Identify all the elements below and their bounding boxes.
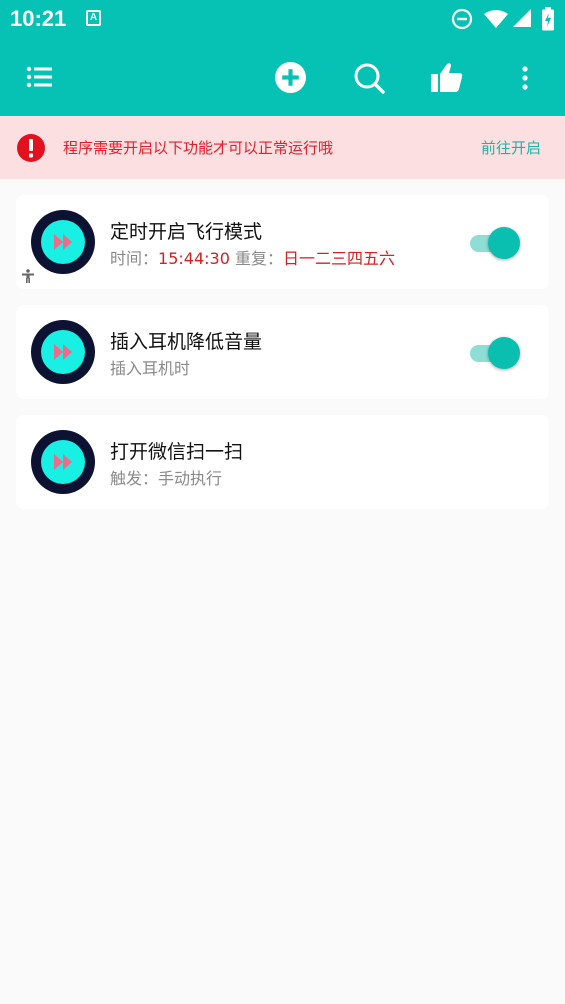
- task-card[interactable]: 打开微信扫一扫 触发：手动执行: [16, 415, 549, 509]
- menu-list-icon[interactable]: [26, 66, 52, 88]
- warning-message: 程序需要开启以下功能才可以正常运行哦: [63, 139, 334, 157]
- task-card[interactable]: 插入耳机降低音量 插入耳机时: [16, 305, 549, 399]
- signal-icon: [513, 9, 531, 27]
- task-enable-toggle[interactable]: [470, 337, 522, 369]
- go-enable-link[interactable]: 前往开启: [481, 137, 541, 158]
- play-task-icon: [31, 210, 95, 274]
- repeat-label: 重复：: [229, 249, 283, 268]
- wifi-icon: [484, 10, 508, 28]
- task-subtitle: 时间：15:44:30 重复：日一二三四五六: [110, 245, 395, 269]
- notification-a-icon: A: [86, 10, 101, 26]
- task-subtitle: 插入耳机时: [110, 359, 191, 378]
- status-time: 10:21: [10, 6, 67, 31]
- task-title: 插入耳机降低音量: [110, 331, 263, 353]
- task-card[interactable]: 定时开启飞行模式 时间：15:44:30 重复：日一二三四五六: [16, 195, 549, 289]
- task-enable-toggle[interactable]: [470, 227, 522, 259]
- add-icon[interactable]: [275, 62, 306, 93]
- thumbs-up-icon[interactable]: [431, 62, 463, 92]
- more-vert-icon[interactable]: [521, 66, 529, 90]
- error-icon: [17, 134, 45, 162]
- time-label: 时间：: [110, 249, 159, 268]
- task-title: 打开微信扫一扫: [110, 441, 244, 463]
- accessibility-icon: [22, 269, 34, 283]
- permission-warning-banner: 程序需要开启以下功能才可以正常运行哦 前往开启: [0, 116, 565, 179]
- task-time: 15:44:30: [158, 249, 230, 268]
- search-icon[interactable]: [353, 62, 385, 94]
- task-subtitle: 触发：手动执行: [110, 469, 223, 488]
- play-task-icon: [31, 320, 95, 384]
- do-not-disturb-icon: [451, 8, 473, 30]
- app-toolbar: [0, 38, 565, 116]
- task-repeat-days: 日一二三四五六: [282, 249, 395, 268]
- battery-charging-icon: [542, 7, 554, 31]
- status-bar: 10:21 A: [0, 0, 565, 38]
- task-title: 定时开启飞行模式: [110, 221, 263, 243]
- play-task-icon: [31, 430, 95, 494]
